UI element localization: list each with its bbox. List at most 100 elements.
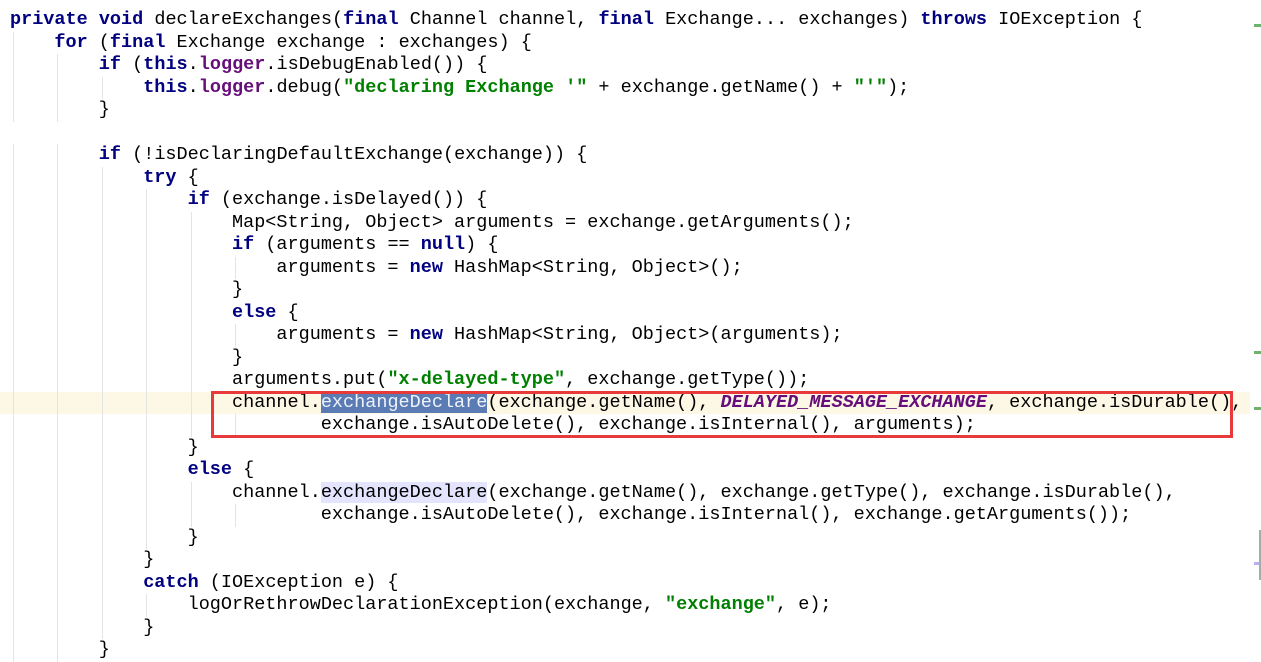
code-line[interactable]: } (0, 99, 1250, 122)
indent-guide (57, 481, 59, 504)
code-text: private void declareExchanges(final Chan… (10, 9, 1142, 32)
indent-guide (146, 324, 148, 347)
code-line[interactable]: arguments = new HashMap<String, Object>(… (0, 256, 1250, 280)
code-line[interactable]: Map<String, Object> arguments = exchange… (0, 211, 1250, 234)
code-text: } (232, 347, 243, 370)
indent-guide (57, 414, 59, 437)
indent-guide (13, 526, 14, 549)
code-token: Map<String, Object> arguments = exchange… (232, 211, 854, 233)
indent-guide (146, 504, 148, 527)
code-line[interactable]: this.logger.debug("declaring Exchange '"… (0, 76, 1250, 99)
indent-guide (13, 594, 14, 617)
code-text: else { (188, 459, 255, 482)
indent-guide (57, 594, 59, 617)
method-usage-token: exchangeDeclare (320, 481, 488, 503)
code-token: } (98, 99, 110, 120)
code-line[interactable]: if (exchange.isDelayed()) { (0, 189, 1250, 212)
indent-guide (190, 301, 192, 324)
code-text: arguments = new HashMap<String, Object>(… (276, 324, 842, 347)
code-line[interactable]: private void declareExchanges(final Chan… (0, 9, 1250, 32)
code-line[interactable]: arguments = new HashMap<String, Object>(… (0, 324, 1250, 347)
indent-guide (13, 99, 14, 122)
code-text: arguments = new HashMap<String, Object>(… (276, 257, 742, 280)
code-line[interactable]: else { (0, 301, 1250, 325)
code-text: arguments.put("x-delayed-type", exchange… (232, 369, 809, 392)
indent-guide (57, 571, 59, 594)
indent-guide (57, 99, 59, 122)
keyword-token: for (54, 31, 88, 53)
code-text: else { (232, 302, 299, 325)
code-line[interactable]: if (arguments == null) { (0, 234, 1250, 257)
indent-guide (101, 616, 103, 639)
indent-guide (146, 481, 148, 504)
indent-guide (13, 346, 14, 369)
code-token: ( (121, 54, 144, 75)
code-line[interactable]: } (0, 346, 1250, 370)
code-line[interactable]: if (this.logger.isDebugEnabled()) { (0, 54, 1250, 77)
code-line[interactable]: if (!isDeclaringDefaultExchange(exchange… (0, 144, 1250, 167)
code-token: Channel channel, (398, 9, 599, 30)
indent-guide (101, 189, 103, 212)
keyword-token: try (143, 166, 177, 188)
indent-guide (57, 256, 59, 279)
change-marker[interactable] (1254, 24, 1261, 27)
indent-guide (57, 346, 59, 369)
code-token: } (187, 436, 199, 458)
indent-guide (57, 549, 59, 572)
code-line[interactable]: arguments.put("x-delayed-type", exchange… (0, 369, 1250, 392)
code-text: } (99, 99, 110, 122)
code-text: } (143, 617, 154, 640)
code-line[interactable]: catch (IOException e) { (0, 571, 1250, 594)
string-literal-token: "exchange" (664, 594, 777, 615)
code-text: if (this.logger.isDebugEnabled()) { (99, 54, 488, 77)
indent-guide (57, 526, 59, 549)
indent-guide (190, 211, 192, 234)
indent-guide (235, 256, 236, 279)
code-line[interactable]: } (0, 279, 1250, 302)
indent-guide (13, 571, 14, 594)
indent-guide (13, 549, 14, 572)
indent-guide (101, 369, 103, 392)
indent-guide (57, 436, 59, 459)
code-line[interactable]: } (0, 526, 1250, 550)
indent-guide (13, 436, 14, 459)
code-token: arguments = (276, 256, 410, 278)
indent-guide (13, 324, 14, 347)
code-token: .debug( (265, 76, 344, 98)
indent-guide (101, 234, 103, 257)
change-marker[interactable] (1254, 407, 1261, 410)
indent-guide (146, 459, 148, 482)
keyword-token: private (10, 9, 88, 30)
indent-guide (146, 301, 148, 324)
code-line[interactable]: } (0, 549, 1250, 572)
indent-guide (13, 234, 14, 257)
indent-guide (190, 391, 192, 414)
code-line[interactable]: logOrRethrowDeclarationException(exchang… (0, 594, 1250, 617)
indent-guide (101, 166, 103, 189)
indent-guide (101, 346, 103, 369)
indent-guide (190, 481, 192, 504)
indent-guide (101, 594, 103, 617)
keyword-token: final (343, 9, 399, 30)
code-line[interactable]: } (0, 639, 1250, 662)
code-text: } (188, 527, 199, 550)
code-line[interactable]: channel.exchangeDeclare(exchange.getName… (0, 481, 1250, 504)
code-line[interactable]: else { (0, 459, 1250, 482)
indent-guide (190, 369, 192, 392)
indent-guide (57, 234, 59, 257)
change-marker[interactable] (1254, 351, 1261, 354)
code-line[interactable]: try { (0, 166, 1250, 189)
code-token: channel. (232, 481, 321, 503)
code-editor[interactable]: private void declareExchanges(final Chan… (0, 0, 1250, 662)
code-line[interactable]: for (final Exchange exchange : exchanges… (0, 31, 1250, 54)
code-line[interactable] (0, 122, 1250, 145)
code-token: } (232, 279, 244, 300)
code-token: Exchange exchange : exchanges) { (165, 31, 532, 53)
indent-guide (146, 211, 148, 234)
code-line[interactable]: } (0, 616, 1250, 640)
code-token: (exchange.isDelayed()) { (209, 189, 488, 210)
indent-guide (57, 211, 59, 234)
indent-guide (146, 346, 148, 369)
code-line[interactable]: } (0, 436, 1250, 459)
code-line[interactable]: exchange.isAutoDelete(), exchange.isInte… (0, 504, 1250, 527)
